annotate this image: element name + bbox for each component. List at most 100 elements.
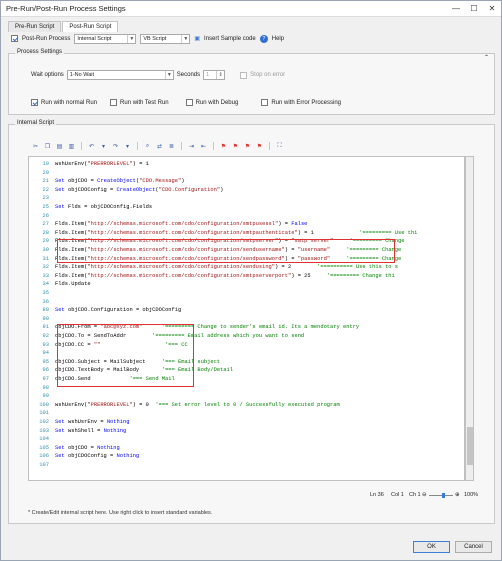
- code-line[interactable]: 35: [29, 290, 55, 297]
- paste-icon[interactable]: ▤: [55, 142, 64, 151]
- outdent-icon[interactable]: ⇤: [199, 142, 208, 151]
- code-line[interactable]: 20: [29, 170, 55, 177]
- code-line[interactable]: 34 Flds.Update: [29, 281, 91, 288]
- line-number: 100: [39, 401, 49, 408]
- bookmark-prev-icon[interactable]: ⚑: [231, 142, 240, 151]
- collapse-icon[interactable]: ⌃: [484, 54, 489, 61]
- code-line[interactable]: 19 wshUsrEnv("PRERRORLEVEL") = 1: [29, 161, 149, 168]
- fullscreen-icon[interactable]: ⛶: [275, 142, 284, 151]
- bookmark-toggle-icon[interactable]: ⚑: [219, 142, 228, 151]
- code-line[interactable]: 26: [29, 213, 55, 220]
- run-normal-checkbox[interactable]: [31, 99, 38, 106]
- code-line[interactable]: 36: [29, 299, 55, 306]
- line-number: 23: [42, 195, 49, 202]
- wait-options-select[interactable]: 1-No Wait ▼: [66, 70, 174, 80]
- redo-dropdown-icon[interactable]: ▾: [123, 142, 132, 151]
- code-line[interactable]: 99: [29, 393, 55, 400]
- line-number: 30: [42, 247, 49, 253]
- dialog-window: Pre-Run/Post-Run Process Settings — ☐ ✕ …: [0, 0, 502, 561]
- code-line[interactable]: 27 Flds.Item("http://schemas.microsoft.co…: [29, 221, 308, 228]
- tab-pre-run-script[interactable]: Pre-Run Script: [8, 21, 62, 32]
- line-number: 36: [42, 298, 49, 305]
- code-line[interactable]: 106 Set objCDOConfig = Nothing: [29, 453, 139, 460]
- code-text: Set objCDOConfig = CreateObject("CDO.Con…: [55, 186, 224, 193]
- indent-icon[interactable]: ⇥: [187, 142, 196, 151]
- line-number: 96: [42, 367, 49, 374]
- code-line[interactable]: 32 Flds.Item("http://schemas.microsoft.co…: [29, 264, 398, 271]
- run-test-label: Run with Test Run: [120, 99, 169, 106]
- run-debug-checkbox[interactable]: [185, 99, 193, 106]
- maximize-button[interactable]: ☐: [465, 4, 483, 13]
- redo-icon[interactable]: ↷: [111, 142, 120, 151]
- line-number: 103: [39, 427, 49, 434]
- zoom-slider-thumb[interactable]: [441, 493, 445, 498]
- code-line[interactable]: 107: [29, 462, 55, 469]
- goto-icon[interactable]: ≣: [167, 142, 176, 151]
- bookmark-clear-icon[interactable]: ⚑: [255, 142, 264, 151]
- undo-dropdown-icon[interactable]: ▾: [99, 142, 108, 151]
- zoom-out-icon[interactable]: ⊖: [422, 492, 427, 498]
- cut-icon[interactable]: ✂: [31, 142, 40, 151]
- code-line[interactable]: 103 Set wshShell = Nothing: [29, 428, 126, 435]
- zoom-slider[interactable]: [429, 493, 453, 498]
- code-line[interactable]: 21 Set objCDO = CreateObject("CDO.Message…: [29, 178, 185, 185]
- script-type-select[interactable]: Internal Script ▼: [74, 33, 137, 44]
- run-error-checkbox[interactable]: [261, 99, 269, 106]
- close-button[interactable]: ✕: [483, 4, 501, 13]
- code-line[interactable]: 22 Set objCDOConfig = CreateObject("CDO.C…: [29, 186, 224, 194]
- post-run-process-checkbox[interactable]: [11, 35, 18, 42]
- separator: [213, 142, 214, 150]
- minimize-button[interactable]: —: [447, 4, 465, 13]
- cancel-button[interactable]: Cancel: [455, 541, 492, 553]
- line-number: 28: [42, 229, 49, 236]
- copy-icon[interactable]: ❐: [43, 142, 52, 151]
- code-line[interactable]: 89 Set objCDO.Configuration = objCDOConfi…: [29, 307, 182, 314]
- code-text: Flds.Item("http://schemas.microsoft.com/…: [55, 229, 418, 236]
- language-value: VB Script: [143, 35, 167, 42]
- line-number: 27: [42, 221, 49, 228]
- stepper-arrows-icon: ⇕: [216, 71, 224, 79]
- find-icon[interactable]: ⌕: [143, 142, 152, 151]
- undo-icon[interactable]: ↶: [87, 142, 96, 151]
- code-line[interactable]: 94: [29, 350, 55, 357]
- code-line[interactable]: 101: [29, 410, 55, 417]
- code-line[interactable]: 90: [29, 316, 55, 323]
- line-number: 29: [42, 238, 49, 245]
- highlight-box-smtp: [57, 239, 395, 263]
- line-number: 94: [42, 350, 49, 357]
- zoom-in-icon[interactable]: ⊕: [455, 492, 460, 498]
- code-line[interactable]: 98: [29, 385, 55, 392]
- run-error-label: Run with Error Processing: [271, 99, 342, 106]
- line-number: 34: [42, 281, 49, 288]
- code-line[interactable]: 104: [29, 436, 55, 443]
- vertical-scrollbar[interactable]: [465, 156, 474, 481]
- code-line[interactable]: 105 Set objCDO = Nothing: [29, 445, 119, 452]
- code-line[interactable]: 28 Flds.Item("http://schemas.microsoft.co…: [29, 229, 418, 237]
- bookmark-next-icon[interactable]: ⚑: [243, 142, 252, 151]
- line-indicator: Ln 36: [370, 492, 384, 498]
- line-number: 98: [42, 384, 49, 391]
- help-link[interactable]: Help: [272, 36, 284, 42]
- scrollbar-thumb[interactable]: [467, 427, 473, 465]
- code-line[interactable]: 25 Set Flds = objCDOConfig.Fields: [29, 204, 153, 211]
- code-line[interactable]: 100 wshUsrEnv("PRERRORLEVEL") = 0 '=== Se…: [29, 401, 339, 409]
- code-line[interactable]: 23: [29, 195, 55, 202]
- replace-icon[interactable]: ⇄: [155, 142, 164, 151]
- paste-special-icon[interactable]: ▥: [67, 142, 76, 151]
- stop-on-error-checkbox[interactable]: [240, 71, 248, 79]
- code-editor[interactable]: 19 wshUsrEnv("PRERRORLEVEL") = 1 20 21 Set o…: [28, 156, 465, 481]
- stop-on-error-label: Stop on error: [250, 72, 286, 78]
- insert-sample-code-link[interactable]: Insert Sample code: [204, 36, 256, 42]
- tab-post-run-script[interactable]: Post-Run Script: [62, 21, 119, 32]
- line-number: 19: [42, 161, 49, 167]
- ok-button[interactable]: OK: [413, 541, 450, 553]
- code-line[interactable]: 33 Flds.Item("http://schemas.microsoft.co…: [29, 273, 395, 280]
- code-text: Set objCDO.Configuration = objCDOConfig: [55, 307, 182, 314]
- run-debug-label: Run with Debug: [195, 99, 239, 106]
- language-select[interactable]: VB Script ▼: [140, 33, 191, 44]
- separator: [181, 142, 182, 150]
- char-indicator: Ch 1: [409, 492, 421, 498]
- seconds-stepper[interactable]: 1 ⇕: [203, 70, 226, 80]
- run-test-checkbox[interactable]: [110, 99, 118, 106]
- code-line[interactable]: 102 Set wshUsrEnv = Nothing: [29, 419, 129, 426]
